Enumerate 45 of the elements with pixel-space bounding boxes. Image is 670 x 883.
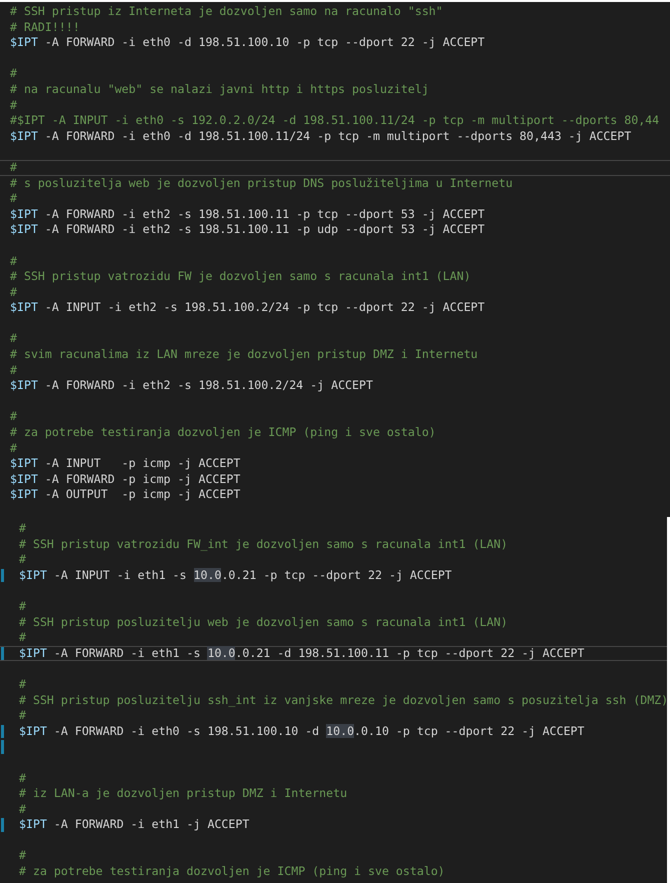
code-comment: #	[10, 440, 17, 455]
code-comment: # SSH pristup vatrozidu FW je dozvoljen samo s racunala int1 (LAN)	[10, 269, 471, 284]
code-comment: #	[19, 770, 26, 784]
code-line: $IPT -A FORWARD -i eth1 -s 10.0.0.21 -d 198.51.100.11 -p tcp --dport 22 -j ACCEPT	[19, 646, 584, 660]
code-comment: # za potrebe testiranja dozvoljen je ICMP (ping i sve ostalo)	[10, 425, 436, 440]
code-comment: # RADI!!!!	[10, 20, 80, 34]
code-comment: #	[19, 708, 26, 722]
code-line: $IPT -A OUTPUT -p icmp -j ACCEPT	[10, 487, 240, 502]
code-comment: #	[19, 552, 26, 566]
code-line: $IPT -A INPUT -i eth1 -s 10.0.0.21 -p tcp --dport 22 -j ACCEPT	[19, 568, 452, 582]
code-line: $IPT -A FORWARD -i eth1 -j ACCEPT	[19, 817, 250, 832]
code-comment: # za potrebe testiranja dozvoljen je ICMP (ping i sve ostalo)	[19, 864, 445, 878]
code-line: $IPT -A FORWARD -p icmp -j ACCEPT	[10, 472, 240, 486]
code-comment: #	[19, 802, 26, 816]
code-line: $IPT -A FORWARD -i eth2 -s 198.51.100.11 -p tcp --dport 53 -j ACCEPT	[10, 206, 485, 221]
code-comment: #	[19, 521, 26, 535]
code-comment: #	[10, 331, 17, 346]
code-comment: # iz LAN-a je dozvoljen pristup DMZ i Internetu	[19, 786, 348, 800]
code-comment: # s posluzitelja web je dozvoljen pristup DNS poslužiteljima u Internetu	[10, 176, 513, 190]
code-comment: #	[10, 191, 17, 206]
code-line: $IPT -A INPUT -i eth2 -s 198.51.100.2/24 -p tcp --dport 22 -j ACCEPT	[10, 300, 485, 314]
code-comment: # SSH pristup iz Interneta je dozvoljen samo na racunalo "ssh"	[10, 4, 443, 18]
code-comment: #	[10, 409, 17, 424]
code-comment: #	[10, 66, 17, 80]
code-comment: #	[19, 598, 26, 613]
code-comment: # SSH pristup posluzitelju ssh_int iz vanjske mreze je dozvoljen samo s posuzitelja ssh (DMZ)	[19, 692, 667, 707]
code-comment: #	[10, 160, 17, 174]
code-comment: #$IPT -A INPUT -i eth0 -s 192.0.2.0/24 -d 198.51.100.11/24 -p tcp -m multiport --dports 80,44	[10, 113, 660, 128]
code-line: $IPT -A FORWARD -i eth2 -s 198.51.100.11 -p udp --dport 53 -j ACCEPT	[10, 222, 485, 236]
code-comment: # na racunalu "web" se nalazi javni http i https posluzitelj	[10, 82, 429, 96]
code-comment: # SSH pristup vatrozidu FW_int je dozvoljen samo s racunala int1 (LAN)	[19, 536, 508, 551]
code-line: $IPT -A FORWARD -i eth0 -d 198.51.100.10 -p tcp --dport 22 -j ACCEPT	[10, 35, 485, 50]
code-comment: #	[10, 284, 17, 299]
code-comment: #	[19, 630, 26, 644]
code-comment: # svim racunalima iz LAN mreze je dozvoljen pristup DMZ i Internetu	[10, 347, 478, 362]
code-comment: #	[10, 362, 17, 377]
code-comment: #	[10, 98, 17, 112]
code-line: $IPT -A FORWARD -i eth2 -s 198.51.100.2/24 -j ACCEPT	[10, 378, 373, 392]
code-comment: #	[19, 848, 26, 862]
code-comment: #	[19, 676, 26, 691]
code-comment: # SSH pristup posluzitelju web je dozvoljen samo s racunala int1 (LAN)	[19, 614, 508, 629]
code-comment: #	[10, 254, 17, 268]
code-line: $IPT -A FORWARD -i eth0 -s 198.51.100.10 -d 10.0.0.10 -p tcp --dport 22 -j ACCEPT	[19, 724, 584, 738]
code-line: $IPT -A INPUT -p icmp -j ACCEPT	[10, 456, 240, 470]
code-line: $IPT -A FORWARD -i eth0 -d 198.51.100.11/24 -p tcp -m multiport --dports 80,443 -j ACCEPT	[10, 128, 632, 143]
